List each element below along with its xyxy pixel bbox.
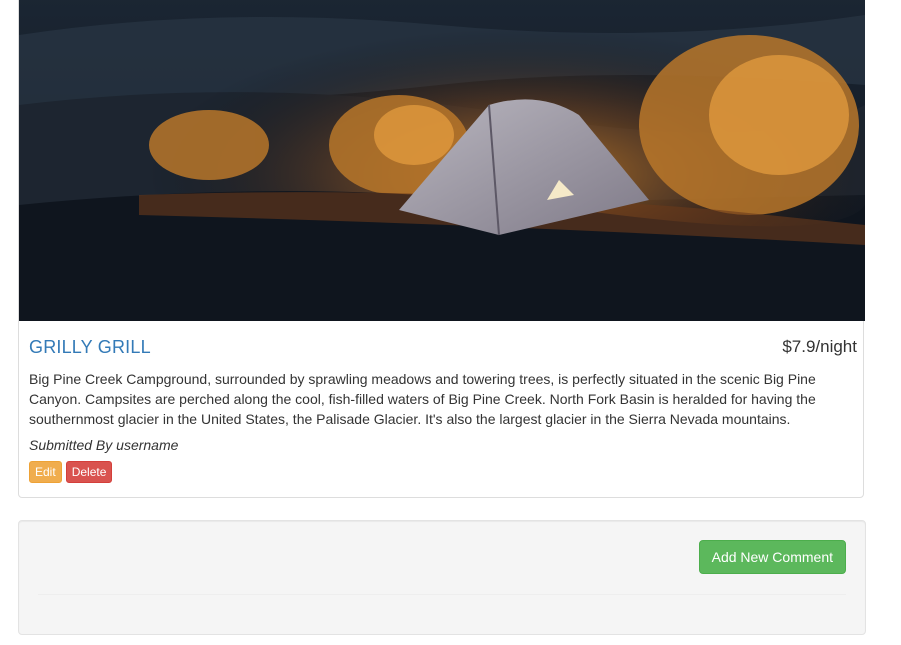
campground-price: $7.9/night — [782, 337, 857, 356]
add-comment-button[interactable]: Add New Comment — [698, 540, 846, 574]
comments-divider — [38, 594, 846, 595]
delete-button[interactable]: Delete — [65, 461, 113, 483]
campground-caption: GRILLY GRILL $7.9/night Big Pine Creek C… — [29, 331, 857, 483]
tent-photo — [19, 0, 865, 321]
campground-name-link[interactable]: GRILLY GRILL — [29, 337, 151, 358]
campground-card: GRILLY GRILL $7.9/night Big Pine Creek C… — [18, 0, 865, 498]
comments-section: Add New Comment — [18, 520, 866, 635]
edit-button[interactable]: Edit — [29, 461, 62, 483]
submitted-by: Submitted By username — [29, 437, 179, 453]
campground-image — [19, 0, 865, 321]
campground-description: Big Pine Creek Campground, surrounded by… — [29, 371, 816, 427]
